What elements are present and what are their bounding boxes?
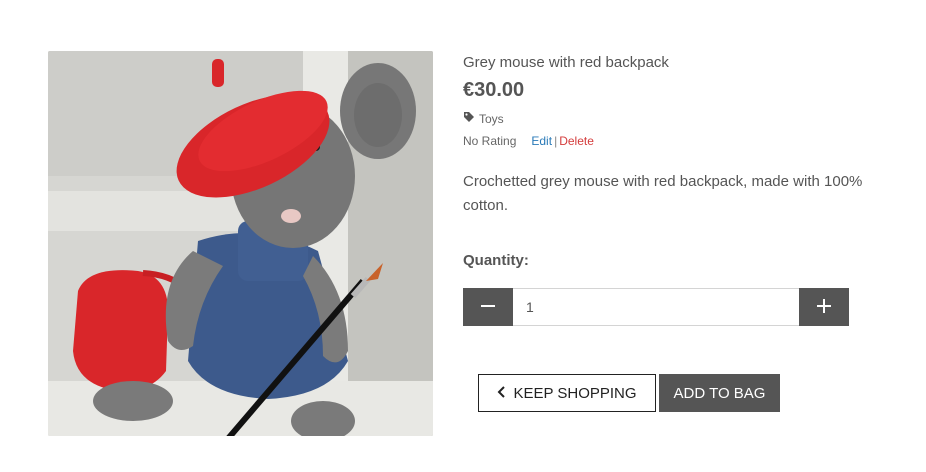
product-description: Crochetted grey mouse with red backpack,… bbox=[463, 173, 863, 214]
product-title: Grey mouse with red backpack bbox=[463, 54, 669, 71]
quantity-label: Quantity: bbox=[463, 252, 529, 269]
keep-shopping-button[interactable]: Keep Shopping bbox=[478, 374, 656, 412]
keep-shopping-label: Keep Shopping bbox=[513, 384, 637, 402]
quantity-stepper bbox=[463, 288, 849, 326]
add-to-bag-button[interactable]: Add to Bag bbox=[659, 374, 780, 412]
link-separator: | bbox=[554, 134, 558, 148]
product-image bbox=[48, 51, 433, 436]
rating-row: No Rating Edit | Delete bbox=[463, 134, 594, 148]
rating-text: No Rating bbox=[463, 134, 517, 148]
product-price: €30.00 bbox=[463, 79, 525, 101]
chevron-left-icon bbox=[497, 385, 506, 402]
decrement-button[interactable] bbox=[463, 288, 513, 326]
quantity-input[interactable] bbox=[513, 288, 799, 326]
product-category[interactable]: Toys bbox=[463, 111, 504, 126]
edit-link[interactable]: Edit bbox=[531, 134, 552, 148]
minus-icon bbox=[481, 294, 495, 319]
tag-icon bbox=[463, 111, 475, 126]
plus-icon bbox=[817, 294, 831, 319]
delete-link[interactable]: Delete bbox=[559, 134, 594, 148]
category-link[interactable]: Toys bbox=[479, 112, 504, 126]
increment-button[interactable] bbox=[799, 288, 849, 326]
